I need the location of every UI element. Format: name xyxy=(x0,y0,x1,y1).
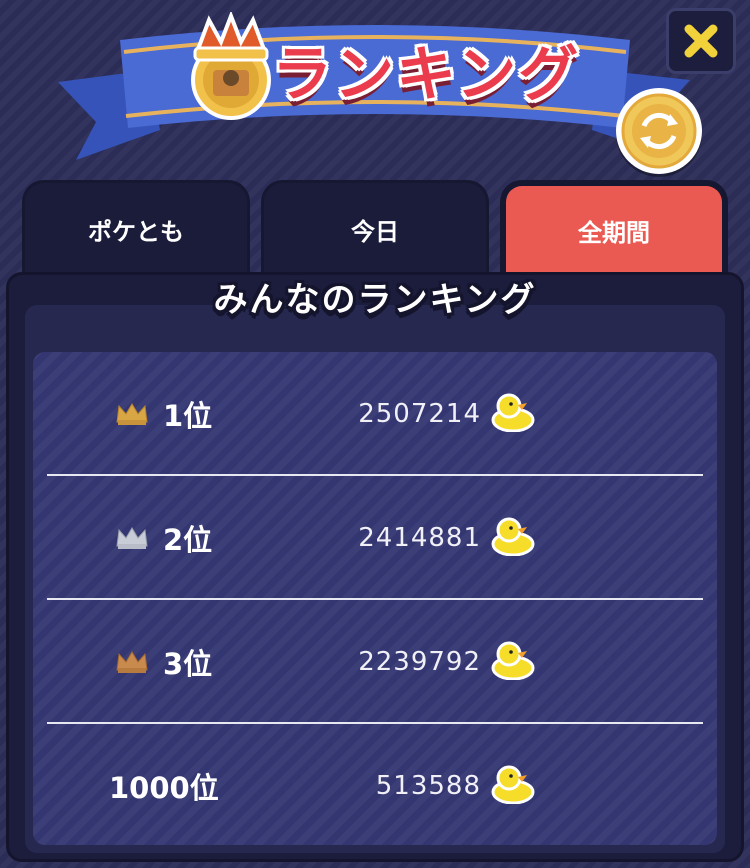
rank-label-wrap: 1位 xyxy=(115,352,212,475)
rank-label: 1位 xyxy=(163,398,213,433)
ranking-row: 1位 2507214 xyxy=(33,352,717,475)
tab-bar: ポケとも 今日 全期間 xyxy=(22,180,728,275)
silver-crown-icon xyxy=(116,526,148,549)
rank-label: 3位 xyxy=(163,646,213,681)
crown-badge-icon xyxy=(191,12,271,120)
tab-today[interactable]: 今日 xyxy=(261,180,489,275)
rank-label-wrap: 3位 xyxy=(115,600,212,723)
section-title: みんなのランキング xyxy=(213,280,537,320)
ranking-list[interactable]: 1位 2507214 2位 2414881 3位 2239792 1000位 5… xyxy=(33,352,717,845)
gold-crown-icon xyxy=(116,402,148,425)
tab-label: 今日 xyxy=(351,217,399,246)
refresh-button[interactable] xyxy=(616,88,702,174)
close-x-icon xyxy=(684,24,718,58)
bronze-crown-icon xyxy=(116,650,148,673)
rank-label-wrap: 2位 xyxy=(115,476,212,599)
duck-icon xyxy=(491,517,535,556)
tab-all-time[interactable]: 全期間 xyxy=(500,180,728,275)
duck-icon xyxy=(491,641,535,680)
close-button[interactable] xyxy=(666,8,736,74)
tab-label: ポケとも xyxy=(88,217,184,246)
score-value: 2507214 xyxy=(358,398,481,429)
duck-icon xyxy=(491,393,535,432)
rank-label: 2位 xyxy=(163,522,213,557)
score-value: 2414881 xyxy=(358,522,481,553)
tab-label: 全期間 xyxy=(578,219,650,247)
page-title: ランキング xyxy=(272,40,581,110)
score-value: 513588 xyxy=(375,770,481,801)
ranking-row: 3位 2239792 xyxy=(33,600,717,723)
ranking-row: 1000位 513588 xyxy=(33,724,717,845)
duck-icon xyxy=(491,765,535,804)
score-value: 2239792 xyxy=(358,646,481,677)
rank-label-wrap: 1000位 xyxy=(109,724,219,845)
refresh-coin-icon xyxy=(621,93,697,169)
ranking-row: 2位 2414881 xyxy=(33,476,717,599)
rank-label: 1000位 xyxy=(109,770,219,805)
tab-pokemon-friends[interactable]: ポケとも xyxy=(22,180,250,275)
